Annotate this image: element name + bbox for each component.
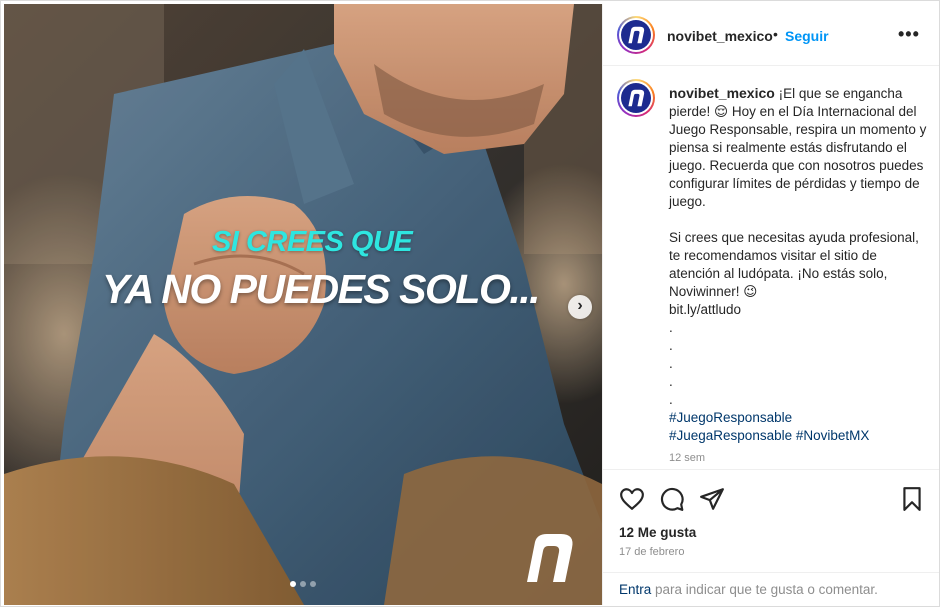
login-prompt: Entra para indicar que te gusta o coment… [619, 582, 878, 597]
overlay-headline-main: YA NO PUEDES SOLO... [102, 266, 541, 312]
caption-dot: . [669, 320, 673, 335]
caption-link: bit.ly/attludo [669, 302, 742, 317]
avatar[interactable] [617, 79, 655, 117]
novibet-logo-icon [628, 26, 645, 44]
comment-icon[interactable] [659, 486, 685, 512]
caption-dot: . [669, 392, 673, 407]
login-link[interactable]: Entra [619, 582, 651, 597]
caption-section: novibet_mexico ¡El que se engancha pierd… [603, 67, 939, 467]
novibet-logo-icon [527, 534, 573, 582]
likes-count[interactable]: 12 Me gusta [619, 525, 696, 540]
post-media[interactable]: SI CREES QUE YA NO PUEDES SOLO... › [4, 4, 602, 605]
bookmark-icon[interactable] [899, 486, 925, 512]
follow-button[interactable]: Seguir [785, 28, 829, 44]
novibet-logo-icon [628, 89, 645, 107]
carousel-next-button[interactable]: › [568, 295, 592, 319]
carousel-dot [300, 581, 306, 587]
more-options-icon[interactable]: ••• [898, 24, 920, 45]
post-header: novibet_mexico • Seguir ••• [603, 4, 939, 66]
post-frame: SI CREES QUE YA NO PUEDES SOLO... › novi… [0, 0, 940, 607]
chevron-right-icon: › [577, 297, 583, 314]
caption-paragraph: Si crees que necesitas ayuda profesional… [669, 230, 919, 299]
caption-dot: . [669, 356, 673, 371]
carousel-dot [310, 581, 316, 587]
carousel-indicator [4, 581, 602, 587]
post-date: 17 de febrero [619, 546, 685, 558]
hashtag-link[interactable]: #JuegoResponsable [669, 410, 792, 425]
caption-timestamp[interactable]: 12 sem [669, 452, 705, 464]
caption-paragraph: ¡El que se engancha pierde! 😌 Hoy en el … [669, 86, 927, 209]
hashtag-link[interactable]: #NovibetMX [796, 428, 870, 443]
post-side-panel: novibet_mexico • Seguir ••• novibet_mexi… [602, 4, 939, 605]
caption-dot: . [669, 374, 673, 389]
avatar[interactable] [617, 16, 655, 54]
caption-text: novibet_mexico ¡El que se engancha pierd… [669, 84, 931, 445]
action-bar [603, 469, 939, 529]
share-icon[interactable] [699, 486, 725, 512]
caption-username-link[interactable]: novibet_mexico [669, 85, 775, 101]
header-separator: • [773, 26, 778, 42]
heart-icon[interactable] [619, 486, 645, 512]
hashtag-link[interactable]: #JuegaResponsable [669, 428, 792, 443]
login-prompt-text: para indicar que te gusta o comentar. [651, 582, 878, 597]
header-username-link[interactable]: novibet_mexico [667, 28, 773, 44]
carousel-dot [290, 581, 296, 587]
comment-footer: Entra para indicar que te gusta o coment… [603, 572, 939, 605]
caption-dot: . [669, 338, 673, 353]
